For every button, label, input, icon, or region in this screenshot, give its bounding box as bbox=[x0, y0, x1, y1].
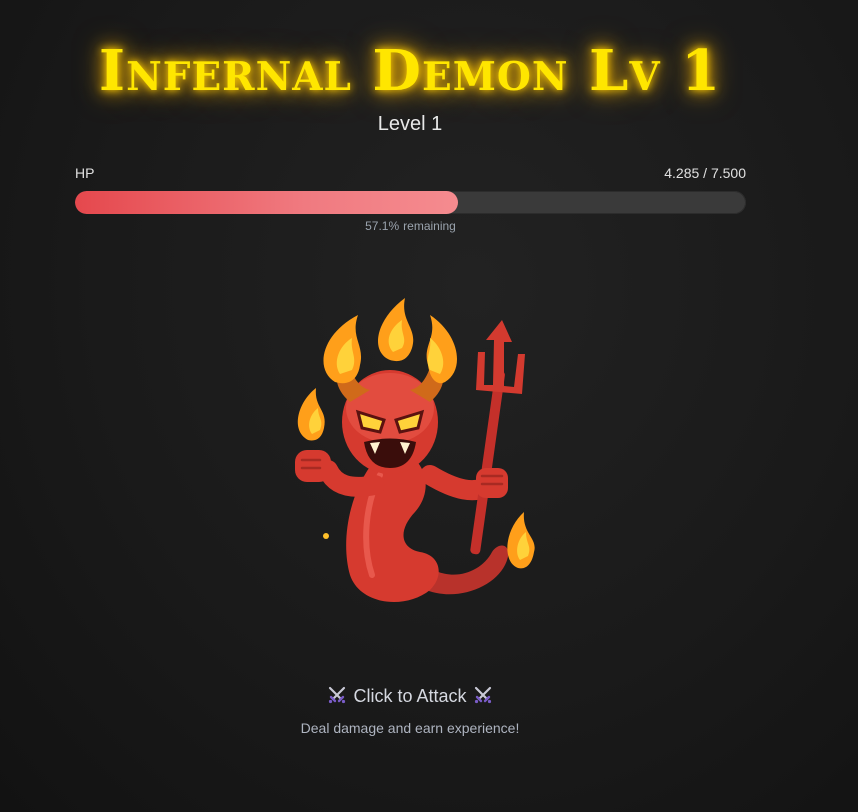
ember-dot bbox=[323, 533, 329, 539]
hp-value: 4.285 / 7.500 bbox=[664, 165, 746, 181]
hp-remaining-percent: 57.1% bbox=[365, 219, 400, 233]
crossed-swords-icon bbox=[327, 685, 347, 705]
demon-boss-image[interactable] bbox=[280, 290, 560, 620]
hp-remaining-suffix: remaining bbox=[403, 219, 456, 233]
crossed-swords-icon bbox=[473, 685, 493, 705]
attack-label: Click to Attack bbox=[353, 686, 467, 706]
demon-illustration bbox=[295, 298, 535, 602]
boss-level: Level 1 bbox=[377, 113, 443, 135]
hp-bar-fill bbox=[75, 191, 459, 214]
demon-left-fist bbox=[295, 450, 331, 482]
hp-current: 4.285 bbox=[664, 165, 700, 181]
hp-bar bbox=[75, 191, 746, 214]
hp-remaining: 57.1% remaining bbox=[75, 219, 746, 233]
boss-title: Infernal Demon Lv 1 bbox=[98, 38, 722, 104]
hp-header: HP 4.285 / 7.500 bbox=[75, 165, 746, 183]
hp-max: 7.500 bbox=[710, 165, 746, 181]
hp-separator: / bbox=[699, 165, 711, 181]
hp-label: HP bbox=[75, 165, 95, 181]
trident-icon bbox=[470, 320, 525, 555]
attack-button[interactable]: Click to Attack bbox=[0, 685, 820, 707]
attack-hint: Deal damage and earn experience! bbox=[300, 720, 520, 736]
